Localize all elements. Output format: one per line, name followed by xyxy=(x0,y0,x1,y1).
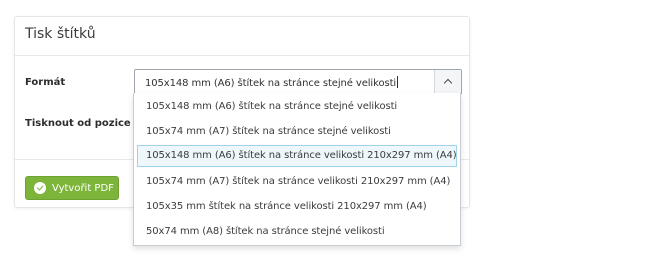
format-select-value[interactable]: 105x148 mm (A6) štítek na stránce stejné… xyxy=(145,76,399,89)
create-pdf-button[interactable]: Vytvořit PDF xyxy=(25,176,119,200)
dropdown-option[interactable]: 105x74 mm (A7) štítek na stránce stejné … xyxy=(137,121,457,143)
create-pdf-label: Vytvořit PDF xyxy=(52,182,114,194)
dropdown-option[interactable]: 50x74 mm (A8) štítek na stránce stejné v… xyxy=(137,221,457,243)
panel-title: Tisk štítků xyxy=(15,17,469,56)
dropdown-option-highlighted[interactable]: 105x148 mm (A6) štítek na stránce veliko… xyxy=(137,145,457,167)
chevron-up-icon xyxy=(443,78,453,88)
text-caret xyxy=(397,76,399,88)
dropdown-option[interactable]: 105x35 mm štítek na stránce velikosti 21… xyxy=(137,196,457,218)
format-dropdown-list[interactable]: 105x148 mm (A6) štítek na stránce stejné… xyxy=(133,93,461,246)
check-circle-icon xyxy=(34,182,46,194)
dropdown-option[interactable]: 105x148 mm (A6) štítek na stránce stejné… xyxy=(137,96,457,118)
format-label: Formát xyxy=(25,77,66,88)
select-toggle-button[interactable] xyxy=(434,70,461,93)
dropdown-option[interactable]: 105x74 mm (A7) štítek na stránce velikos… xyxy=(137,171,457,193)
format-select[interactable]: 105x148 mm (A6) štítek na stránce stejné… xyxy=(134,69,462,94)
print-from-position-label: Tisknout od pozice xyxy=(25,118,131,129)
